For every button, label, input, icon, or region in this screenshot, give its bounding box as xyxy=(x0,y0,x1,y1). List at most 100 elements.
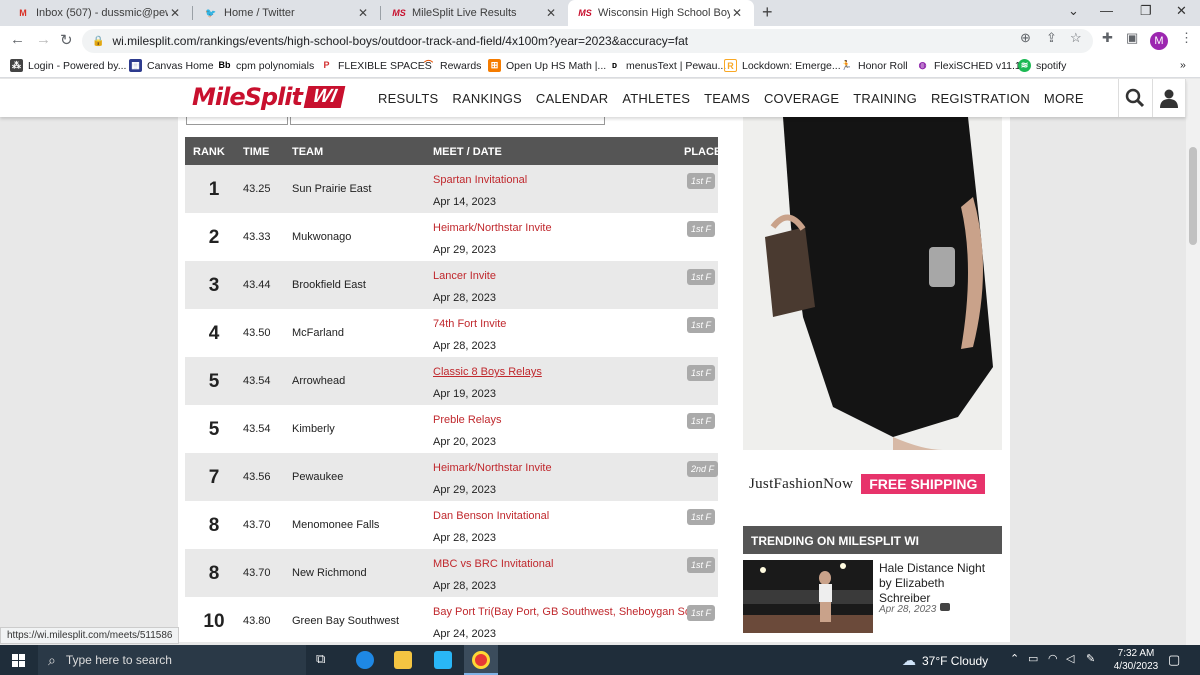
trending-title[interactable]: Hale Distance Night by Elizabeth Schreib… xyxy=(879,561,999,606)
share-icon[interactable]: ⇪ xyxy=(1046,30,1057,46)
nav-rankings[interactable]: RANKINGS xyxy=(452,91,522,106)
profile-avatar[interactable]: M xyxy=(1150,32,1168,50)
new-tab-button[interactable]: + xyxy=(762,2,773,23)
ad-cta[interactable]: FREE SHIPPING xyxy=(861,474,986,494)
time[interactable]: 43.54 xyxy=(243,423,271,435)
bookmark-item[interactable]: Bb cpm polynomials xyxy=(218,59,315,72)
bookmark-item[interactable]: ⊞ Open Up HS Math |... xyxy=(488,59,606,72)
menu-kebab-icon[interactable]: ⋮ xyxy=(1180,30,1193,46)
nav-athletes[interactable]: ATHLETES xyxy=(622,91,690,106)
user-icon[interactable] xyxy=(1153,79,1186,117)
close-icon[interactable]: ✕ xyxy=(356,6,370,20)
forward-icon[interactable]: → xyxy=(36,31,51,48)
bookmark-star-icon[interactable]: ☆ xyxy=(1070,30,1082,46)
meet-link[interactable]: Heimark/Northstar Invite xyxy=(433,462,552,474)
extensions-icon[interactable]: ✚ xyxy=(1102,30,1113,46)
bookmark-item[interactable]: ᴅ menusText | Pewau... xyxy=(608,59,726,72)
chrome-taskbar-active[interactable] xyxy=(464,645,498,675)
reload-icon[interactable]: ↻ xyxy=(60,31,73,49)
trending-thumbnail[interactable] xyxy=(743,560,873,633)
bookmark-item[interactable]: ◍ FlexiSCHED v11.1 xyxy=(916,59,1021,72)
nav-more[interactable]: MORE xyxy=(1044,91,1084,106)
tab-rankings-active[interactable]: MS Wisconsin High School Boys Ran ✕ xyxy=(568,0,754,26)
time[interactable]: 43.70 xyxy=(243,519,271,531)
edge-icon[interactable] xyxy=(356,651,374,669)
filter-select[interactable] xyxy=(186,117,288,125)
meet-link[interactable]: 74th Fort Invite xyxy=(433,318,506,330)
taskbar-search[interactable]: ⌕ Type here to search xyxy=(38,645,306,675)
side-panel-icon[interactable]: ▣ xyxy=(1126,30,1138,46)
time[interactable]: 43.54 xyxy=(243,375,271,387)
back-icon[interactable]: ← xyxy=(10,31,25,48)
meet-link[interactable]: Preble Relays xyxy=(433,414,501,426)
meet-link[interactable]: MBC vs BRC Invitational xyxy=(433,558,553,570)
bookmark-item[interactable]: 🏃 Honor Roll xyxy=(840,59,908,72)
filter-select[interactable] xyxy=(290,117,605,125)
task-view-icon[interactable]: ⧉ xyxy=(316,651,334,669)
team[interactable]: Brookfield East xyxy=(292,279,366,291)
minimize-icon[interactable]: — xyxy=(1100,3,1113,18)
taskbar-clock[interactable]: 7:32 AM 4/30/2023 xyxy=(1110,647,1162,673)
zoom-icon[interactable]: ⊕ xyxy=(1020,30,1031,46)
col-time[interactable]: TIME xyxy=(243,146,269,158)
meet-link[interactable]: Lancer Invite xyxy=(433,270,496,282)
time[interactable]: 43.33 xyxy=(243,231,271,243)
nav-teams[interactable]: TEAMS xyxy=(704,91,750,106)
volume-icon[interactable]: ◁ xyxy=(1066,652,1074,665)
pen-icon[interactable]: ✎ xyxy=(1086,652,1095,665)
time[interactable]: 43.70 xyxy=(243,567,271,579)
bookmark-item[interactable]: ≋ spotify xyxy=(1018,59,1066,72)
notification-icon[interactable]: ▢ xyxy=(1168,652,1180,668)
file-explorer-icon[interactable] xyxy=(394,651,412,669)
col-place[interactable]: PLACE xyxy=(684,146,721,158)
time[interactable]: 43.56 xyxy=(243,471,271,483)
battery-icon[interactable]: ▭ xyxy=(1028,652,1038,665)
bookmark-item[interactable]: R Lockdown: Emerge... xyxy=(724,59,841,72)
weather-widget[interactable]: ☁ 37°F Cloudy xyxy=(902,652,988,669)
team[interactable]: Menomonee Falls xyxy=(292,519,379,531)
close-icon[interactable]: ✕ xyxy=(544,6,558,20)
nav-registration[interactable]: REGISTRATION xyxy=(931,91,1030,106)
more-bookmarks-icon[interactable]: » xyxy=(1180,59,1186,71)
team[interactable]: Arrowhead xyxy=(292,375,345,387)
meet-link[interactable]: Bay Port Tri(Bay Port, GB Southwest, She… xyxy=(433,606,710,618)
time[interactable]: 43.80 xyxy=(243,615,271,627)
windows-start-icon[interactable] xyxy=(12,654,25,667)
maximize-icon[interactable]: ❐ xyxy=(1140,3,1152,19)
meet-link[interactable]: Dan Benson Invitational xyxy=(433,510,549,522)
team[interactable]: Green Bay Southwest xyxy=(292,615,399,627)
scrollbar-thumb[interactable] xyxy=(1189,147,1197,245)
milesplit-logo[interactable]: MileSplit WI xyxy=(192,83,346,111)
time[interactable]: 43.50 xyxy=(243,327,271,339)
tab-milesplit-live[interactable]: MS MileSplit Live Results ✕ xyxy=(382,0,568,26)
close-icon[interactable]: ✕ xyxy=(730,6,744,20)
address-bar[interactable]: 🔒 wi.milesplit.com/rankings/events/high-… xyxy=(82,29,1093,53)
bookmark-item[interactable]: ⌒ Rewards xyxy=(422,59,481,72)
meet-link[interactable]: Heimark/Northstar Invite xyxy=(433,222,552,234)
col-team[interactable]: TEAM xyxy=(292,146,323,158)
nav-calendar[interactable]: CALENDAR xyxy=(536,91,608,106)
team[interactable]: Mukwonago xyxy=(292,231,351,243)
network-app-icon[interactable] xyxy=(434,651,452,669)
nav-training[interactable]: TRAINING xyxy=(853,91,917,106)
col-meet-date[interactable]: MEET / DATE xyxy=(433,146,502,158)
meet-link-hovered[interactable]: Classic 8 Boys Relays xyxy=(433,366,542,378)
wifi-icon[interactable]: ◠ xyxy=(1048,652,1058,665)
ad-banner[interactable]: JustFashionNow FREE SHIPPING xyxy=(743,467,1002,501)
tab-twitter[interactable]: 🐦 Home / Twitter ✕ xyxy=(194,0,380,26)
bookmark-item[interactable]: ▦ Canvas Home xyxy=(129,59,214,72)
page-scrollbar[interactable] xyxy=(1186,79,1200,645)
close-icon[interactable]: ✕ xyxy=(168,6,182,20)
search-icon[interactable] xyxy=(1119,79,1153,117)
col-rank[interactable]: RANK xyxy=(193,146,225,158)
tab-gmail[interactable]: M Inbox (507) - dussmic@pewauke ✕ xyxy=(6,0,192,26)
nav-results[interactable]: RESULTS xyxy=(378,91,438,106)
tab-search-icon[interactable]: ⌄ xyxy=(1068,3,1079,19)
team[interactable]: Kimberly xyxy=(292,423,335,435)
team[interactable]: New Richmond xyxy=(292,567,367,579)
team[interactable]: Sun Prairie East xyxy=(292,183,371,195)
tray-chevron-icon[interactable]: ⌃ xyxy=(1010,652,1019,665)
nav-coverage[interactable]: COVERAGE xyxy=(764,91,839,106)
time[interactable]: 43.25 xyxy=(243,183,271,195)
team[interactable]: Pewaukee xyxy=(292,471,343,483)
